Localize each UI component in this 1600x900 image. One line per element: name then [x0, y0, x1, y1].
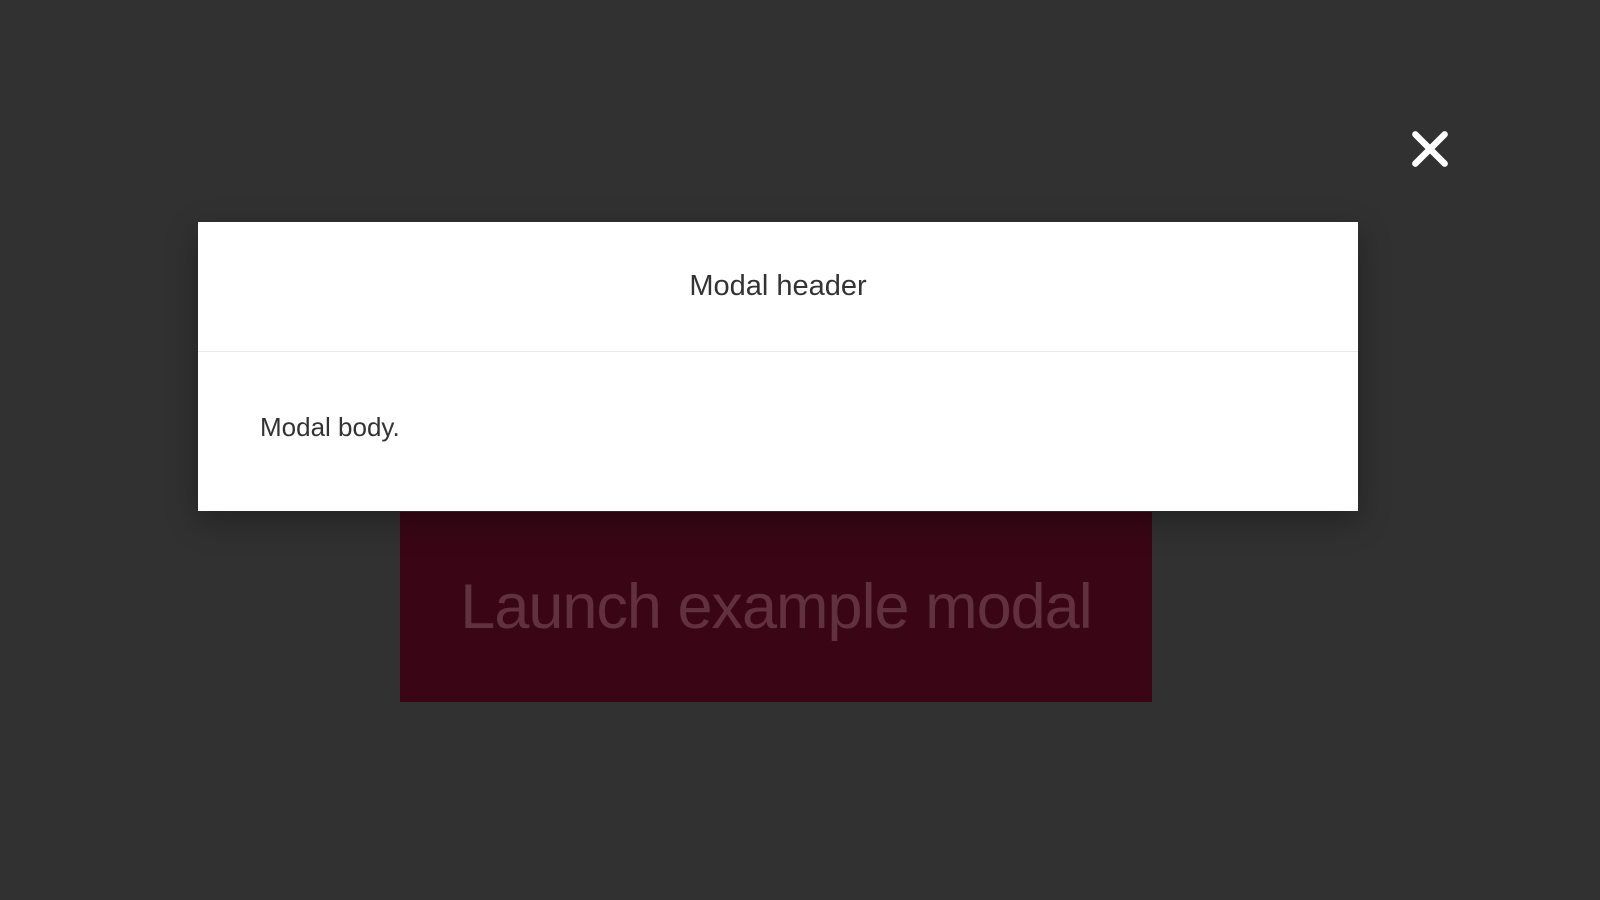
modal-header-title: Modal header — [258, 270, 1298, 303]
modal-dialog: Modal header Modal body. — [198, 222, 1358, 511]
modal-header: Modal header — [198, 222, 1358, 352]
close-button[interactable] — [1400, 120, 1460, 180]
modal-body: Modal body. — [198, 352, 1358, 511]
modal-body-text: Modal body. — [260, 412, 1296, 443]
close-icon — [1408, 127, 1452, 174]
